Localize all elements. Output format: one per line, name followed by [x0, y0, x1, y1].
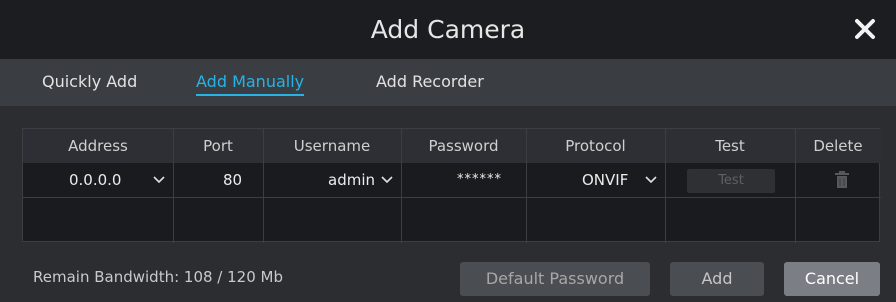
header-address: Address	[68, 137, 128, 155]
header-protocol: Protocol	[565, 137, 626, 155]
row-divider	[23, 197, 881, 198]
header-password: Password	[428, 137, 499, 155]
table-header: Address Port Username Password Protocol …	[23, 129, 881, 163]
column-divider	[795, 129, 796, 243]
add-button[interactable]: Add	[670, 262, 764, 296]
tab-add-manually[interactable]: Add Manually	[196, 60, 305, 106]
tab-add-recorder[interactable]: Add Recorder	[376, 60, 484, 106]
chevron-down-icon	[153, 176, 165, 184]
header-username: Username	[293, 137, 371, 155]
column-divider	[665, 129, 666, 243]
chevron-down-icon	[381, 176, 393, 184]
tab-bar: Quickly Add Add Manually Add Recorder	[0, 60, 896, 106]
address-select[interactable]: 0.0.0.0	[23, 163, 173, 197]
username-select[interactable]: admin	[263, 163, 401, 197]
protocol-select[interactable]: ONVIF	[526, 163, 665, 197]
default-password-button[interactable]: Default Password	[460, 262, 650, 296]
address-value: 0.0.0.0	[69, 171, 122, 189]
close-icon[interactable]	[848, 12, 882, 46]
remain-bandwidth: Remain Bandwidth: 108 / 120 Mb	[33, 268, 283, 286]
password-value: ******	[457, 172, 502, 187]
dialog-title: Add Camera	[370, 15, 526, 44]
camera-table: Address Port Username Password Protocol …	[22, 128, 881, 243]
header-test: Test	[715, 137, 745, 155]
password-field[interactable]: ******	[401, 163, 526, 197]
tab-quickly-add[interactable]: Quickly Add	[42, 60, 137, 106]
header-port: Port	[203, 137, 233, 155]
tab-label: Add Recorder	[376, 72, 484, 91]
cancel-button[interactable]: Cancel	[784, 262, 880, 296]
title-bar: Add Camera	[0, 0, 896, 60]
header-delete: Delete	[813, 137, 863, 155]
tab-label: Add Manually	[196, 72, 305, 96]
tab-label: Quickly Add	[42, 72, 138, 91]
protocol-value: ONVIF	[582, 171, 629, 189]
username-value: admin	[328, 171, 375, 189]
trash-icon[interactable]	[835, 171, 849, 189]
chevron-down-icon	[645, 176, 657, 184]
port-field[interactable]: 80	[173, 163, 263, 197]
port-value: 80	[223, 171, 243, 189]
add-camera-dialog: Add Camera Quickly Add Add Manually Add …	[0, 0, 896, 302]
test-button[interactable]: Test	[687, 169, 775, 193]
